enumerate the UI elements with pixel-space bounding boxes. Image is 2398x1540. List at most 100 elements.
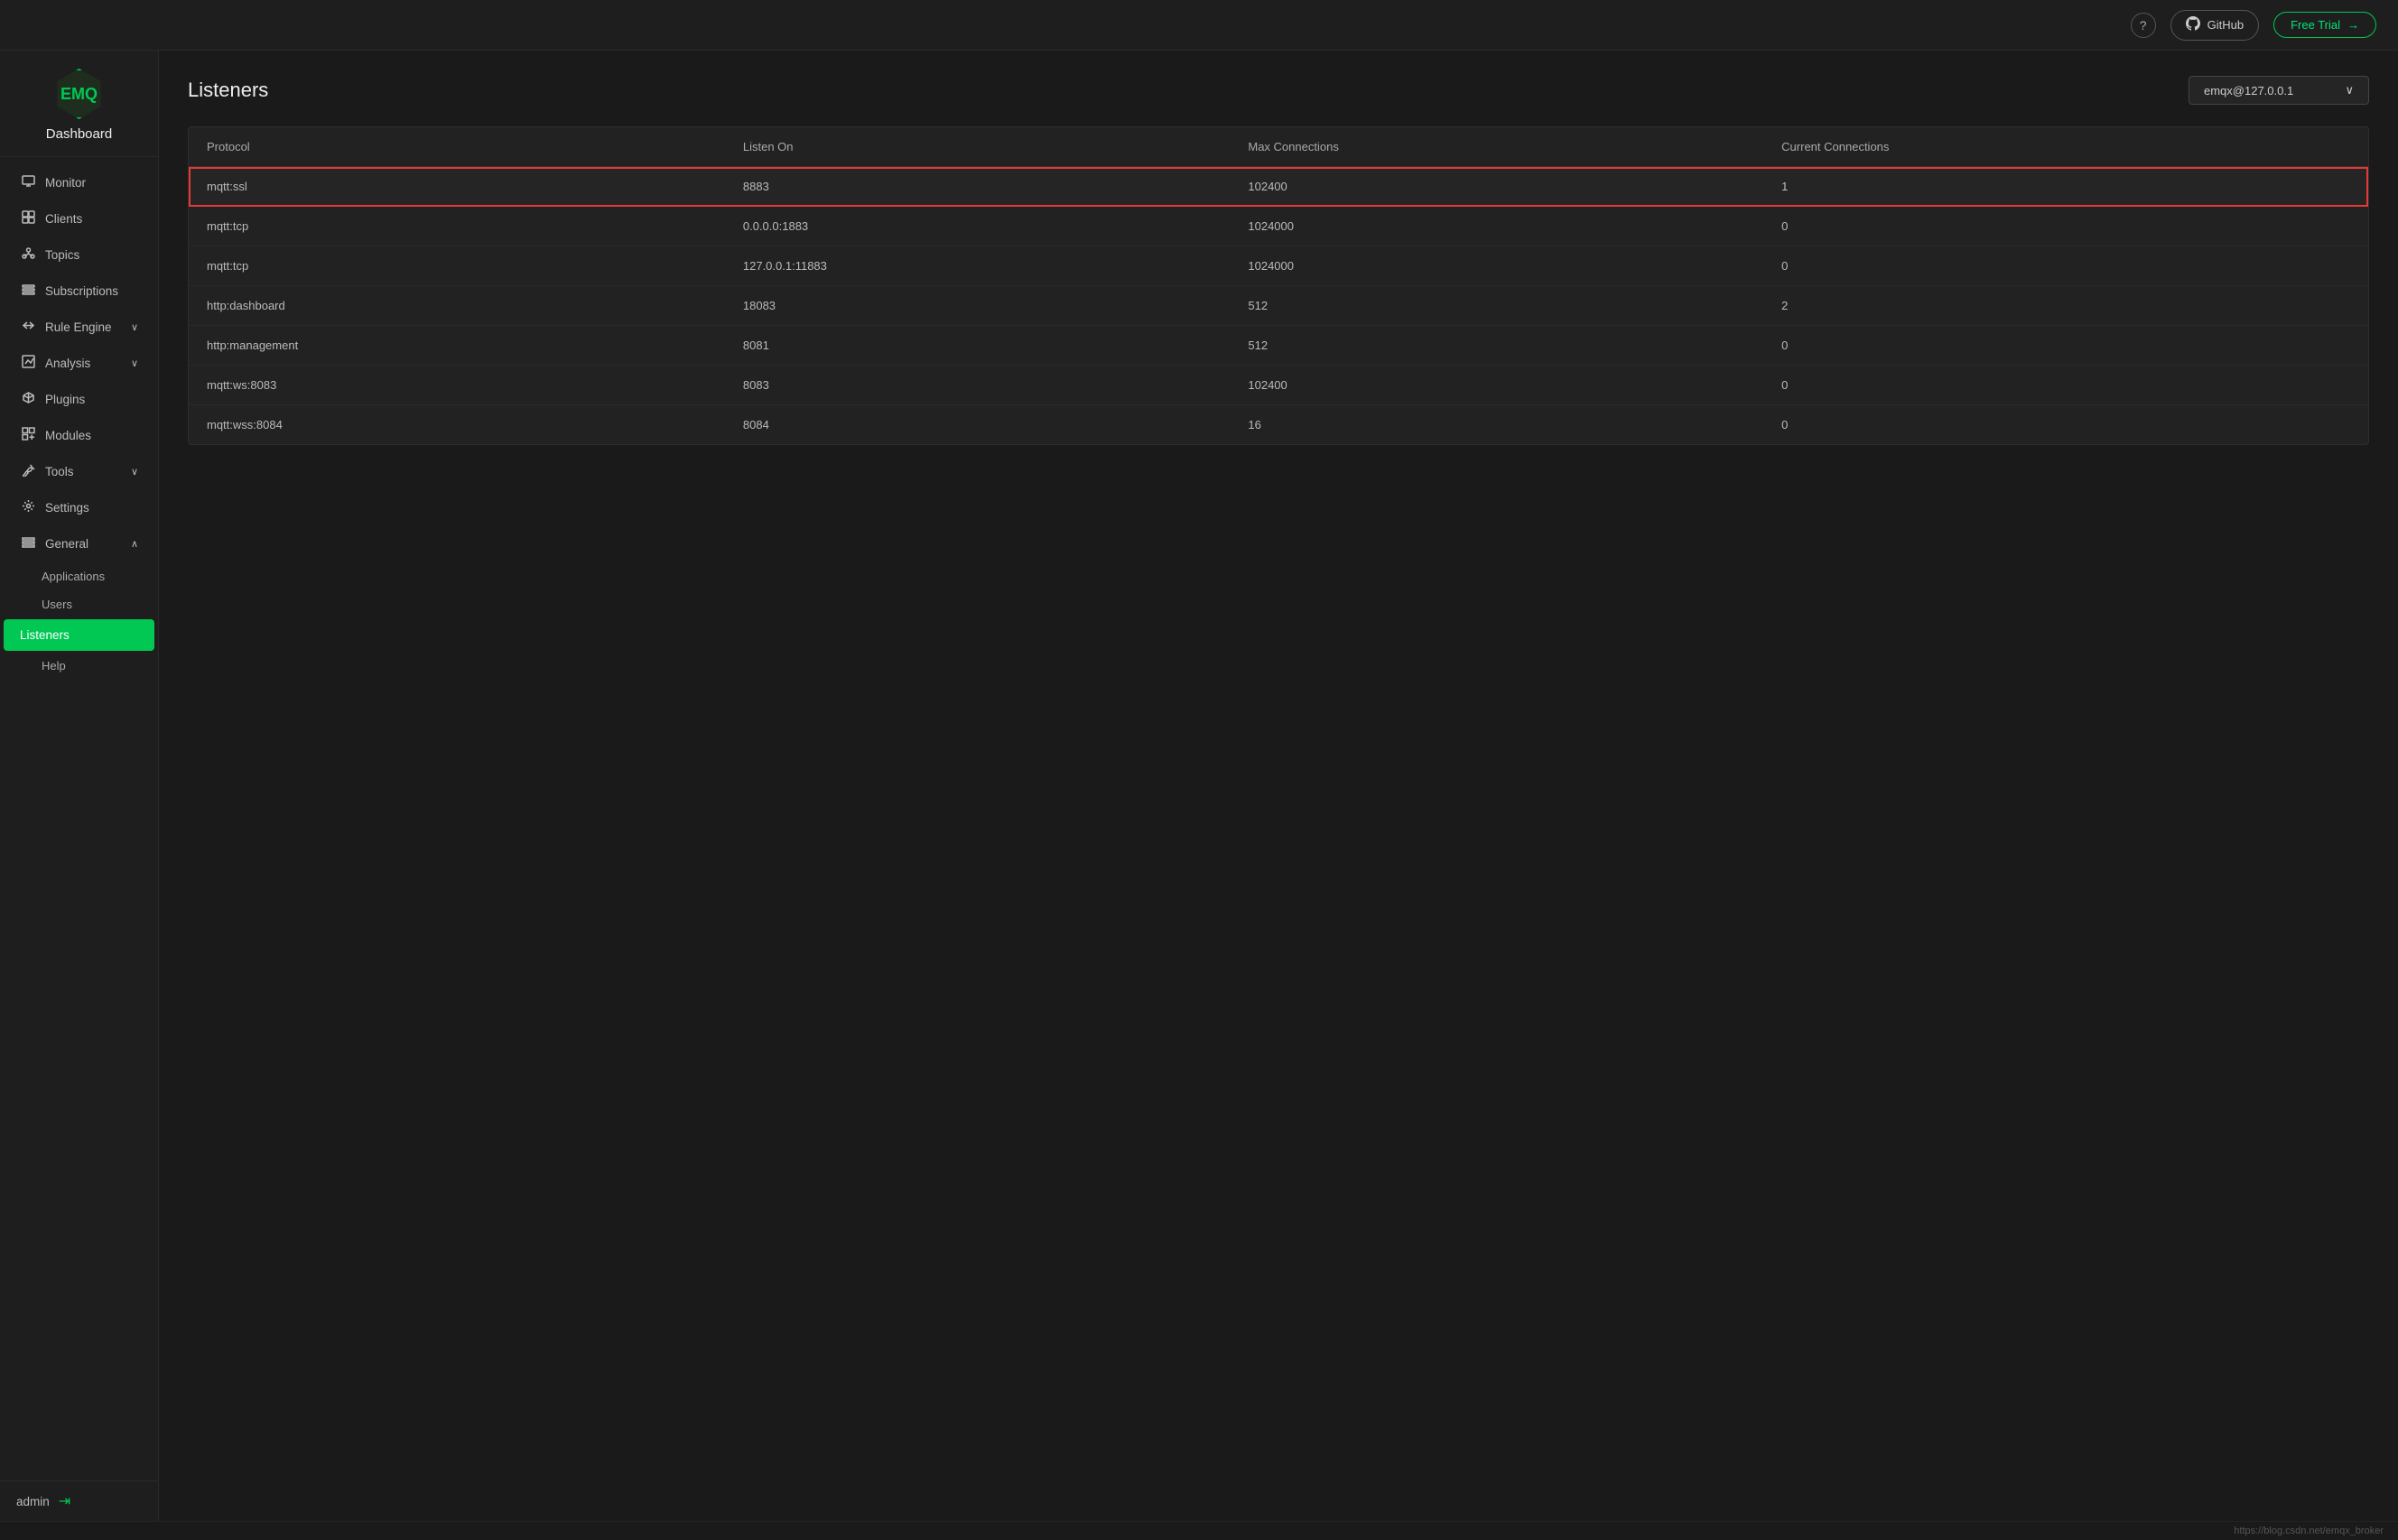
sidebar-item-listeners-label: Listeners — [20, 628, 70, 642]
sidebar-item-tools[interactable]: Tools ∨ — [4, 454, 154, 489]
node-selector[interactable]: emqx@127.0.0.1 ∨ — [2189, 76, 2369, 105]
cell-current-connections: 0 — [1763, 207, 2368, 246]
sidebar-bottom: admin ⇥ — [0, 1480, 158, 1521]
sidebar-item-clients[interactable]: Clients — [4, 201, 154, 237]
cell-protocol: mqtt:tcp — [189, 246, 725, 286]
table-row[interactable]: mqtt:ssl88831024001 — [189, 167, 2368, 207]
plugins-icon — [20, 391, 36, 408]
cell-listen-on: 0.0.0.0:1883 — [725, 207, 1231, 246]
sidebar-item-applications-label: Applications — [42, 570, 105, 583]
cell-listen-on: 8081 — [725, 326, 1231, 366]
sidebar-item-rule-engine-label: Rule Engine — [45, 320, 112, 334]
help-button[interactable]: ? — [2131, 13, 2156, 38]
cell-protocol: http:dashboard — [189, 286, 725, 326]
sidebar-item-help-label: Help — [42, 659, 66, 673]
sidebar-item-analysis-label: Analysis — [45, 357, 90, 370]
sidebar-item-modules[interactable]: Modules — [4, 418, 154, 453]
bottombar-url: https://blog.csdn.net/emqx_broker — [2234, 1526, 2384, 1536]
table-row[interactable]: mqtt:ws:808380831024000 — [189, 366, 2368, 405]
col-max-connections: Max Connections — [1230, 127, 1763, 167]
sidebar-item-help[interactable]: Help — [0, 652, 158, 680]
sidebar-item-clients-label: Clients — [45, 212, 82, 226]
page-header: Listeners emqx@127.0.0.1 ∨ — [188, 76, 2369, 105]
sidebar-item-rule-engine[interactable]: Rule Engine ∨ — [4, 310, 154, 345]
col-listen-on: Listen On — [725, 127, 1231, 167]
settings-icon — [20, 499, 36, 516]
analysis-arrow-icon: ∨ — [131, 357, 138, 369]
rule-engine-arrow-icon: ∨ — [131, 321, 138, 333]
sidebar-item-modules-label: Modules — [45, 429, 91, 442]
github-button[interactable]: GitHub — [2170, 10, 2259, 41]
cell-listen-on: 127.0.0.1:11883 — [725, 246, 1231, 286]
node-selector-arrow-icon: ∨ — [2345, 83, 2354, 97]
sidebar-item-listeners[interactable]: Listeners — [4, 619, 154, 651]
freetrial-arrow-icon: → — [2347, 18, 2359, 32]
sidebar-item-users[interactable]: Users — [0, 590, 158, 618]
analysis-icon — [20, 355, 36, 372]
cell-protocol: mqtt:ws:8083 — [189, 366, 725, 405]
col-current-connections: Current Connections — [1763, 127, 2368, 167]
sidebar-nav: Monitor Clients Topics Subscriptions — [0, 157, 158, 1480]
tools-arrow-icon: ∨ — [131, 466, 138, 478]
sidebar-item-topics[interactable]: Topics — [4, 237, 154, 273]
sidebar-item-subscriptions-label: Subscriptions — [45, 284, 118, 298]
cell-max-connections: 16 — [1230, 405, 1763, 445]
sidebar-item-plugins-label: Plugins — [45, 393, 85, 406]
table-row[interactable]: mqtt:tcp0.0.0.0:188310240000 — [189, 207, 2368, 246]
user-label: admin — [16, 1495, 50, 1508]
sidebar-logo: EMQ Dashboard — [0, 51, 158, 157]
cell-current-connections: 0 — [1763, 246, 2368, 286]
cell-protocol: mqtt:wss:8084 — [189, 405, 725, 445]
dashboard-title: Dashboard — [46, 126, 112, 142]
cell-current-connections: 0 — [1763, 405, 2368, 445]
modules-icon — [20, 427, 36, 444]
cell-protocol: mqtt:ssl — [189, 167, 725, 207]
logo-icon: EMQ — [54, 69, 105, 119]
cell-max-connections: 102400 — [1230, 366, 1763, 405]
cell-protocol: http:management — [189, 326, 725, 366]
tools-icon — [20, 463, 36, 480]
cell-current-connections: 0 — [1763, 366, 2368, 405]
rule-engine-icon — [20, 319, 36, 336]
topbar: ? GitHub Free Trial → — [0, 0, 2398, 51]
cell-max-connections: 102400 — [1230, 167, 1763, 207]
cell-max-connections: 512 — [1230, 286, 1763, 326]
subscriptions-icon — [20, 283, 36, 300]
table-row[interactable]: http:management80815120 — [189, 326, 2368, 366]
cell-max-connections: 1024000 — [1230, 246, 1763, 286]
cell-max-connections: 1024000 — [1230, 207, 1763, 246]
table-row[interactable]: http:dashboard180835122 — [189, 286, 2368, 326]
cell-protocol: mqtt:tcp — [189, 207, 725, 246]
sidebar-item-settings[interactable]: Settings — [4, 490, 154, 525]
bottombar: https://blog.csdn.net/emqx_broker — [0, 1521, 2398, 1540]
sidebar: EMQ Dashboard Monitor Clients — [0, 51, 159, 1521]
sidebar-item-applications[interactable]: Applications — [0, 562, 158, 590]
sidebar-item-general-label: General — [45, 537, 88, 551]
page-title: Listeners — [188, 79, 268, 102]
cell-listen-on: 8083 — [725, 366, 1231, 405]
table-header: Protocol Listen On Max Connections Curre… — [189, 127, 2368, 167]
node-selector-label: emqx@127.0.0.1 — [2204, 84, 2293, 97]
sidebar-item-plugins[interactable]: Plugins — [4, 382, 154, 417]
sidebar-item-analysis[interactable]: Analysis ∨ — [4, 346, 154, 381]
table-row[interactable]: mqtt:wss:80848084160 — [189, 405, 2368, 445]
cell-listen-on: 8084 — [725, 405, 1231, 445]
cell-listen-on: 8883 — [725, 167, 1231, 207]
sidebar-item-topics-label: Topics — [45, 248, 79, 262]
github-label: GitHub — [2207, 18, 2244, 32]
col-protocol: Protocol — [189, 127, 725, 167]
help-icon: ? — [2140, 18, 2147, 32]
sidebar-item-monitor-label: Monitor — [45, 176, 86, 190]
general-icon — [20, 535, 36, 552]
logout-icon[interactable]: ⇥ — [59, 1492, 70, 1510]
cell-current-connections: 1 — [1763, 167, 2368, 207]
sidebar-item-general[interactable]: General ∧ — [4, 526, 154, 561]
topics-icon — [20, 246, 36, 264]
listeners-table: Protocol Listen On Max Connections Curre… — [189, 127, 2368, 444]
sidebar-item-settings-label: Settings — [45, 501, 89, 515]
freetrial-button[interactable]: Free Trial → — [2273, 12, 2376, 38]
main-content: Listeners emqx@127.0.0.1 ∨ Protocol List… — [159, 51, 2398, 1521]
table-row[interactable]: mqtt:tcp127.0.0.1:1188310240000 — [189, 246, 2368, 286]
sidebar-item-monitor[interactable]: Monitor — [4, 165, 154, 200]
sidebar-item-subscriptions[interactable]: Subscriptions — [4, 274, 154, 309]
